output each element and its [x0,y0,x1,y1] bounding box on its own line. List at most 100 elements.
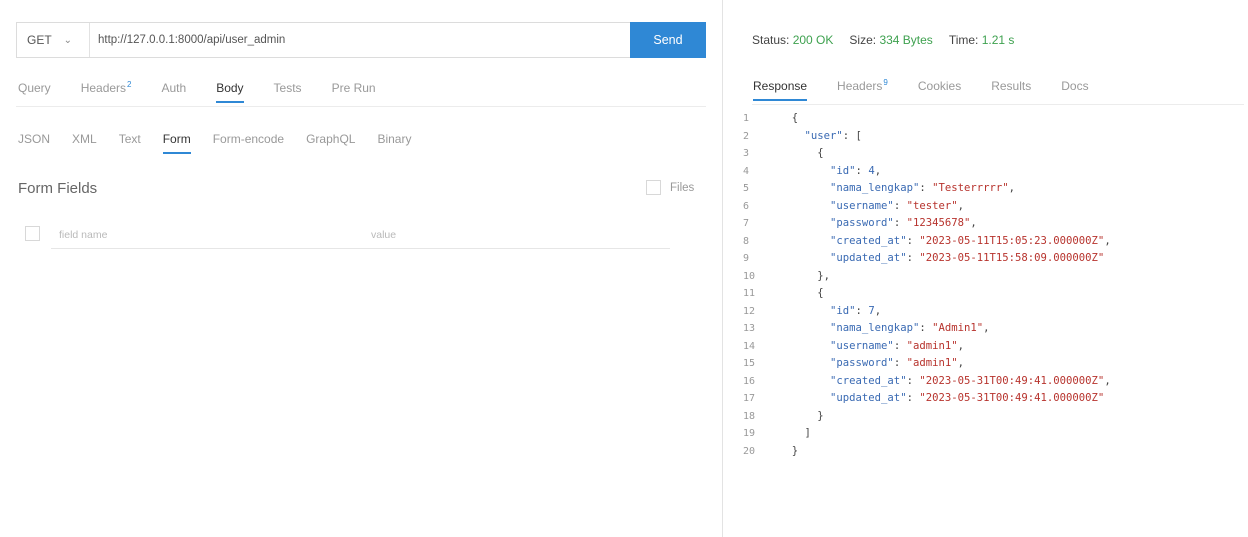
size-value: 334 Bytes [879,33,933,47]
request-tabs-divider [16,106,706,107]
json-string: "12345678" [906,217,971,229]
json-string: "Admin1" [932,322,984,334]
tab-headers[interactable]: Headers2 [81,80,132,103]
body-tab-label: Text [118,132,141,146]
response-tab-label: Cookies [917,79,962,93]
response-panel: Status: 200 OK Size: 334 Bytes Time: 1.2… [723,0,1248,537]
json-key: "nama_lengkap" [830,182,920,194]
response-tab-label: Results [991,79,1032,93]
body-tab-form[interactable]: Form [162,132,191,154]
json-punctuation: { [817,287,824,299]
line-number: 6 [743,200,750,212]
code-text: { [779,285,824,303]
json-string: "tester" [906,199,958,212]
body-tab-text[interactable]: Text [119,132,141,154]
send-button[interactable]: Send [630,22,706,58]
line-number: 5 [743,183,750,194]
code-text: } [779,443,798,461]
tab-label: Headers [80,81,127,95]
size-info: Size: 334 Bytes [849,33,932,47]
body-tab-xml[interactable]: XML [72,132,97,154]
response-body-viewer[interactable]: 1 {2 "user": [3 {4 "id": 4, 5 "nama_lengk… [743,110,1111,460]
line-number: 13 [743,323,756,334]
tab-tests[interactable]: Tests [274,81,302,103]
json-punctuation: , [957,339,964,352]
url-input[interactable] [89,23,630,57]
line-number: 3 [743,148,750,159]
body-tab-binary[interactable]: Binary [377,132,411,154]
field-name-input[interactable] [51,222,381,249]
json-key: "updated_at" [830,252,907,264]
code-text: "password": "admin1", [779,355,964,373]
response-tabs: Response Headers9 Cookies Results Docs [753,78,1119,101]
json-key: "user" [804,129,843,142]
code-text: "id": 4, [779,163,881,181]
code-line: 6 "username": "tester", [743,198,1111,216]
json-key: "created_at" [830,234,907,247]
code-text: "created_at": "2023-05-31T00:49:41.00000… [779,373,1111,391]
response-tab-label: Response [753,79,808,93]
code-text: "password": "12345678", [779,215,977,233]
status-value: 200 OK [792,33,834,47]
field-value-input[interactable] [371,222,670,249]
code-line: 20 } [743,443,1111,461]
json-key: "username" [830,199,894,212]
body-tab-label: XML [72,132,97,146]
json-punctuation: }, [817,269,831,282]
json-punctuation: , [1104,234,1111,247]
json-key: "nama_lengkap" [830,322,920,334]
json-punctuation: : [919,322,933,334]
code-line: 17 "updated_at": "2023-05-31T00:49:41.00… [743,390,1111,408]
json-punctuation: : [906,252,920,264]
body-tab-label: Binary [377,132,412,146]
field-enable-checkbox[interactable] [25,226,40,241]
json-punctuation: , [1104,374,1111,387]
line-number: 9 [743,253,750,264]
time-info: Time: 1.21 s [949,33,1015,47]
json-punctuation: , [957,199,964,212]
line-number: 2 [743,130,750,142]
json-punctuation: { [791,112,799,124]
body-tab-label: Form-encode [212,132,285,146]
body-tab-label: JSON [18,132,51,146]
body-tab-form-encode[interactable]: Form-encode [213,132,284,154]
response-tab-docs[interactable]: Docs [1061,79,1088,101]
response-tabs-divider [752,104,1244,105]
response-tab-headers[interactable]: Headers9 [837,78,888,101]
json-punctuation: , [874,164,882,177]
json-punctuation: : [893,199,907,212]
files-checkbox[interactable] [646,180,661,195]
code-text: { [779,145,823,163]
code-line: 18 } [743,408,1111,426]
json-string: "Testerrrrr" [932,182,1009,194]
json-string: "2023-05-31T00:49:41.000000Z" [919,374,1105,387]
body-tab-label: Form [162,132,191,146]
response-tab-results[interactable]: Results [991,79,1031,101]
tab-body[interactable]: Body [216,81,244,103]
form-fields-title: Form Fields [18,180,98,197]
code-text: "username": "tester", [779,198,964,216]
body-tab-graphql[interactable]: GraphQL [306,132,355,154]
code-line: 14 "username": "admin1", [743,338,1111,356]
code-text: "nama_lengkap": "Admin1", [779,320,989,338]
json-punctuation: : [919,182,933,194]
json-string: "admin1" [906,339,958,352]
response-tab-label: Headers [837,79,883,93]
json-punctuation: , [874,304,882,317]
code-line: 3 { [743,145,1111,163]
method-select[interactable]: GET ⌄ [17,23,89,57]
code-text: "id": 7, [779,303,881,321]
json-key: "id" [830,164,856,177]
json-punctuation: } [791,444,799,457]
files-toggle[interactable]: Files [646,180,694,195]
response-tab-cookies[interactable]: Cookies [918,79,961,101]
json-punctuation: : [906,374,920,387]
line-number: 11 [743,288,756,299]
tab-badge: 2 [127,80,132,89]
json-punctuation: : [893,217,907,229]
tab-auth[interactable]: Auth [162,81,187,103]
response-tab-response[interactable]: Response [753,79,808,101]
body-tab-json[interactable]: JSON [18,132,50,154]
tab-pre-run[interactable]: Pre Run [332,81,376,103]
tab-query[interactable]: Query [18,81,51,103]
